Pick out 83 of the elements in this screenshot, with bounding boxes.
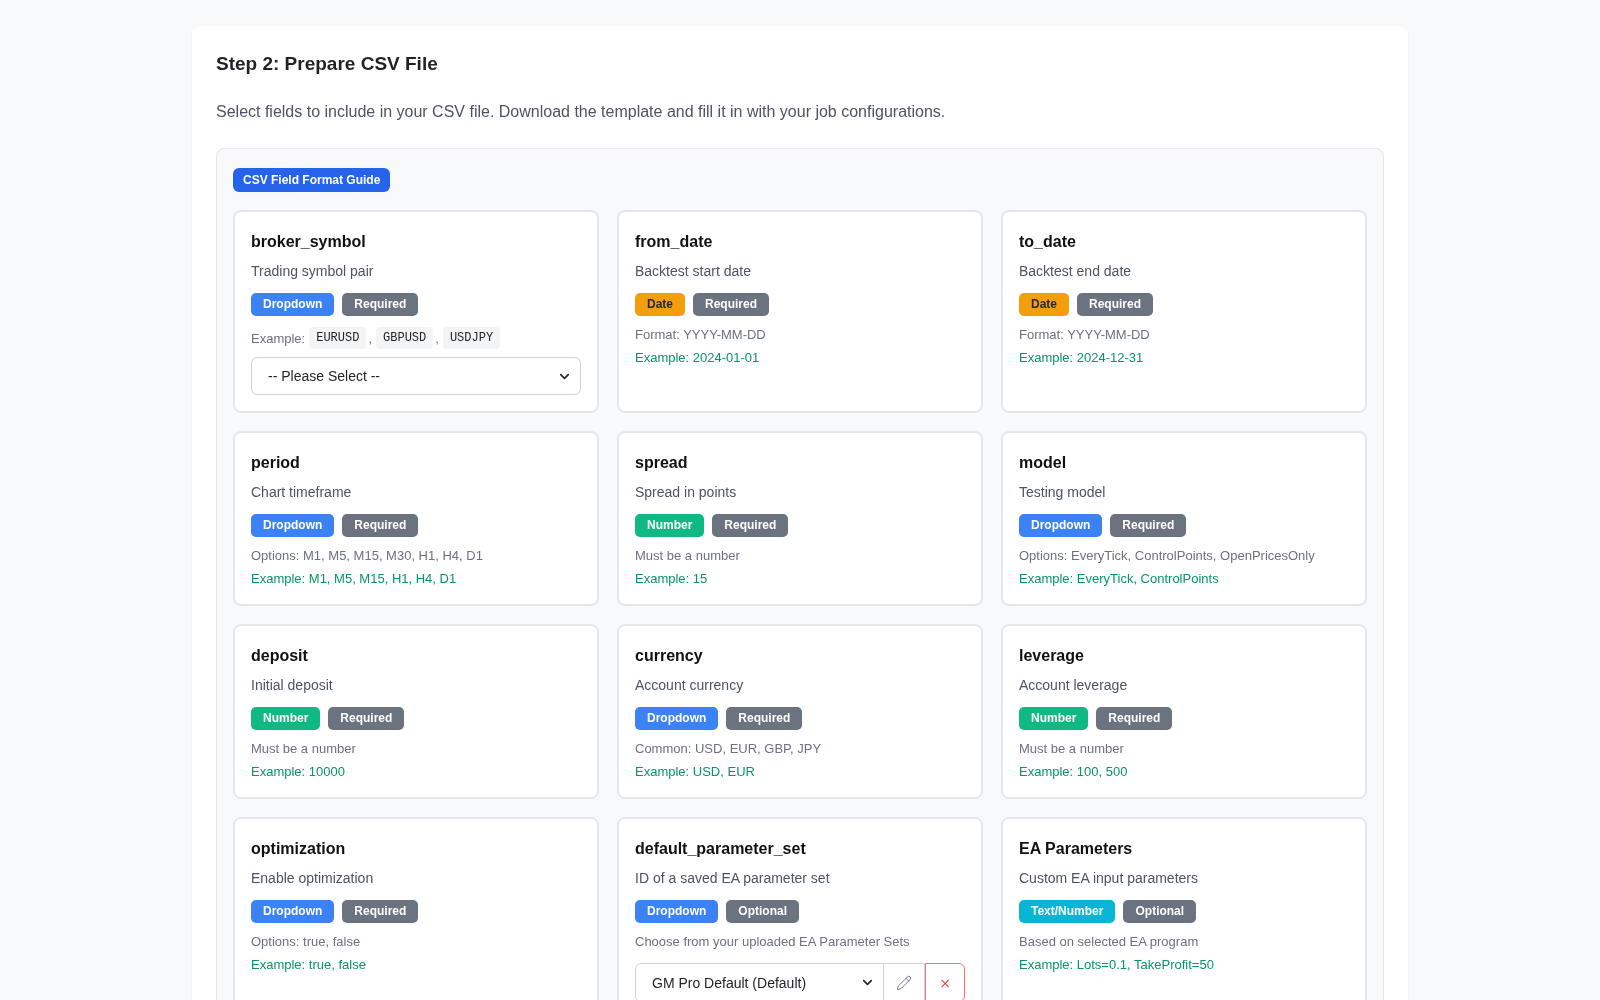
format-note: Options: EveryTick, ControlPoints, OpenPricesOnly (1019, 547, 1316, 565)
example-text: Example: 2024-12-31 (1019, 349, 1145, 367)
field-name: period (251, 453, 301, 473)
field-description: ID of a saved EA parameter set (635, 869, 831, 888)
edit-button[interactable] (884, 963, 925, 1000)
example-text: Example: Lots=0.1, TakeProfit=50 (1019, 956, 1215, 974)
requirement-badge: Required (1110, 514, 1187, 537)
field-description: Custom EA input parameters (1019, 869, 1199, 888)
requirement-badge: Required (726, 707, 803, 730)
requirement-badge: Required (342, 900, 419, 923)
guide-heading-badge: CSV Field Format Guide (233, 168, 391, 192)
requirement-badge: Optional (726, 900, 799, 923)
type-badge: Dropdown (635, 900, 719, 923)
example-text: Example: USD, EUR (635, 763, 756, 781)
format-note: Format: YYYY-MM-DD (1019, 326, 1151, 344)
section-description: Select fields to include in your CSV file. Download the template and fill it in with your job configurations. (216, 102, 947, 122)
field-name: deposit (251, 646, 309, 666)
format-note: Must be a number (251, 740, 357, 758)
field-name: to_date (1019, 232, 1077, 252)
field-description: Backtest start date (635, 262, 752, 281)
type-badge: Number (251, 707, 321, 730)
example-text: Example: 100, 500 (1019, 763, 1129, 781)
delete-button[interactable]: × (925, 963, 965, 1000)
field-description: Enable optimization (251, 869, 375, 888)
comma-text: , (435, 330, 439, 346)
type-badge: Dropdown (251, 514, 335, 537)
type-badge: Number (635, 514, 705, 537)
requirement-badge: Required (712, 514, 789, 537)
example-text: Example: 2024-01-01 (635, 349, 761, 367)
field-name: default_parameter_set (635, 839, 807, 859)
requirement-badge: Required (693, 293, 770, 316)
field-name: leverage (1019, 646, 1085, 666)
example-text: Example: 10000 (251, 763, 346, 781)
format-note: Format: YYYY-MM-DD (635, 326, 767, 344)
format-note: Must be a number (635, 547, 741, 565)
example-text: Example: EveryTick, ControlPoints (1019, 570, 1220, 588)
field-name: spread (635, 453, 689, 473)
field-name: optimization (251, 839, 347, 859)
type-badge: Date (635, 293, 685, 316)
type-badge: Dropdown (251, 293, 335, 316)
comma-text: , (368, 330, 373, 346)
requirement-badge: Optional (1123, 900, 1197, 923)
format-note: Options: M1, M5, M15, M30, H1, H4, D1 (251, 547, 484, 565)
pencil-icon (896, 974, 912, 991)
type-badge: Dropdown (635, 707, 719, 730)
field-description: Chart timeframe (251, 483, 353, 502)
field-name: EA Parameters (1019, 839, 1134, 859)
format-note: Must be a number (1019, 740, 1125, 758)
field-name: model (1019, 453, 1068, 473)
requirement-badge: Required (1077, 293, 1154, 316)
example-label: Example: (251, 330, 306, 346)
code-chip: USDJPY (442, 327, 501, 349)
format-note: Based on selected EA program (1019, 933, 1200, 951)
field-description: Account leverage (1019, 676, 1129, 695)
parameter-set-select[interactable]: GM Pro Default (Default) (635, 963, 884, 1000)
requirement-badge: Required (1096, 707, 1173, 730)
field-description: Initial deposit (251, 676, 334, 695)
format-note: Common: USD, EUR, GBP, JPY (635, 740, 823, 758)
symbol-select[interactable]: -- Please Select -- (251, 357, 581, 395)
field-name: broker_symbol (251, 232, 367, 252)
format-note: Choose from your uploaded EA Parameter Sets (635, 933, 911, 951)
requirement-badge: Required (342, 514, 419, 537)
type-badge: Dropdown (251, 900, 335, 923)
field-description: Backtest end date (1019, 262, 1133, 281)
example-text: Example: M1, M5, M15, H1, H4, D1 (251, 570, 458, 588)
field-name: currency (635, 646, 704, 666)
field-description: Account currency (635, 676, 745, 695)
field-description: Trading symbol pair (251, 262, 375, 281)
requirement-badge: Required (342, 293, 419, 316)
format-note: Options: true, false (251, 933, 362, 951)
type-badge: Text/Number (1019, 900, 1116, 923)
example-text: Example: 15 (635, 570, 709, 588)
code-chip: EURUSD (309, 327, 367, 349)
type-badge: Date (1019, 293, 1069, 316)
section-title: Step 2: Prepare CSV File (216, 52, 439, 76)
example-text: Example: true, false (251, 956, 367, 974)
field-name: from_date (635, 232, 714, 252)
field-description: Spread in points (635, 483, 738, 502)
type-badge: Number (1019, 707, 1089, 730)
code-chip: GBPUSD (376, 327, 434, 349)
field-description: Testing model (1019, 483, 1107, 502)
type-badge: Dropdown (1019, 514, 1103, 537)
requirement-badge: Required (328, 707, 405, 730)
